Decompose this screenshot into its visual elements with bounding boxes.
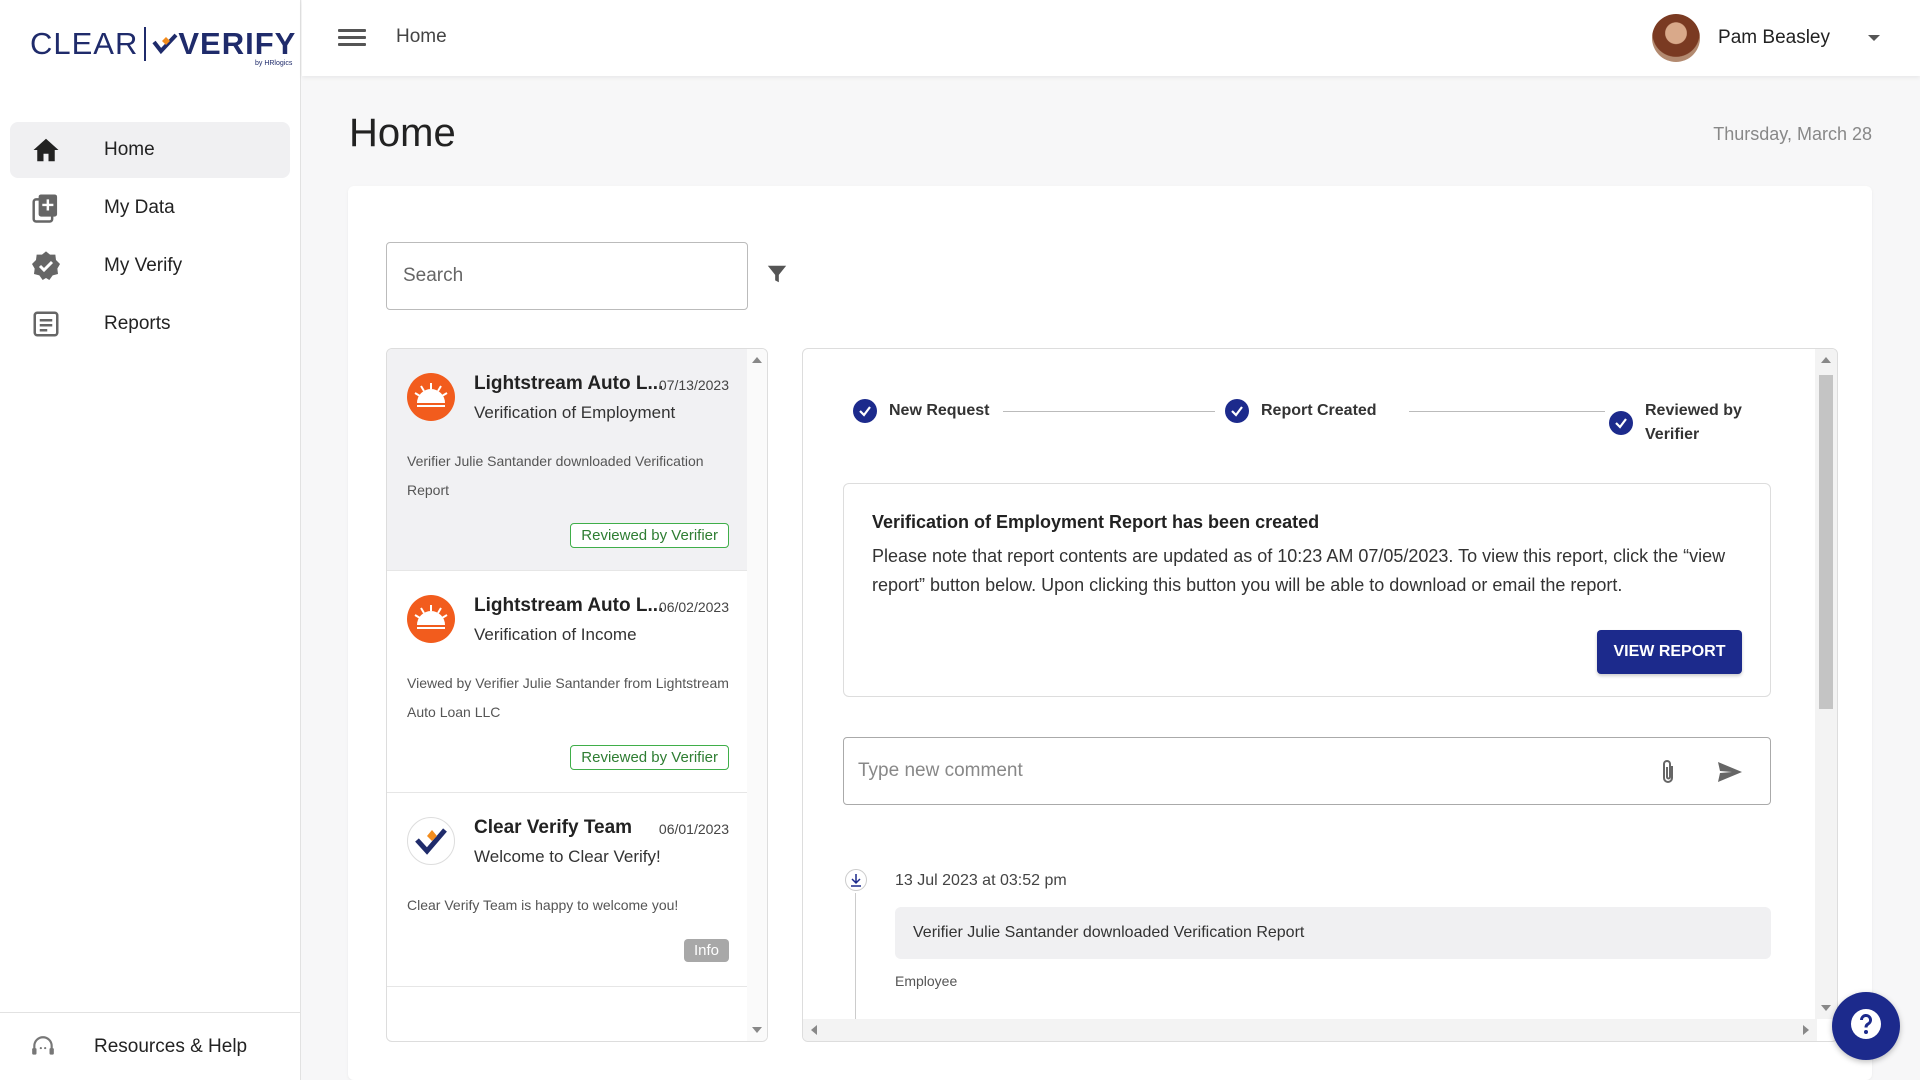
sidebar-item-home[interactable]: Home [10, 122, 290, 178]
sidebar-item-my-verify[interactable]: My Verify [10, 238, 290, 294]
step-connector [1003, 411, 1215, 412]
clear-verify-logo-icon [407, 817, 455, 865]
scroll-down-icon[interactable] [752, 1027, 762, 1033]
list-item-description: Verifier Julie Santander downloaded Veri… [407, 453, 704, 498]
progress-stepper: New Request Report Created Reviewed by V… [853, 399, 1753, 447]
logo-text-clear: CLEAR [30, 26, 139, 61]
logo-divider [144, 27, 147, 61]
scroll-right-icon[interactable] [1803, 1025, 1809, 1035]
sidebar-item-my-data[interactable]: My Data [10, 180, 290, 236]
hamburger-menu-icon[interactable] [338, 26, 366, 50]
breadcrumb: Home [396, 26, 447, 47]
clear-verify-logo[interactable]: CLEAR VERIFY by HRlogics [30, 24, 296, 67]
step-label: Report Created [1261, 402, 1377, 419]
detail-panel: New Request Report Created Reviewed by V… [802, 348, 1838, 1042]
filter-icon[interactable] [766, 263, 792, 289]
reports-icon [28, 306, 64, 342]
support-agent-icon [28, 1032, 58, 1062]
list-item-description: Clear Verify Team is happy to welcome yo… [407, 897, 679, 913]
list-item-title: Lightstream Auto L... [474, 373, 664, 394]
step-reviewed-by-verifier: Reviewed by Verifier [1609, 399, 1785, 447]
list-item-subtitle: Verification of Income [474, 625, 637, 644]
resources-help-label: Resources & Help [94, 1035, 248, 1057]
check-circle-icon [1609, 411, 1633, 435]
list-item-date: 06/01/2023 [658, 821, 729, 837]
detail-vertical-scrollbar[interactable] [1815, 349, 1837, 1019]
scroll-up-icon[interactable] [752, 357, 762, 363]
step-report-created: Report Created [1225, 399, 1377, 423]
list-item-date: 06/02/2023 [658, 599, 729, 615]
timeline-timestamp: 13 Jul 2023 at 03:52 pm [895, 872, 1067, 889]
lightstream-logo-icon [407, 373, 455, 421]
comment-input[interactable] [858, 756, 1618, 786]
scrollbar-thumb[interactable] [1819, 375, 1833, 709]
status-badge: Info [683, 939, 729, 962]
sidebar-item-label: My Verify [104, 255, 183, 276]
verified-badge-icon [28, 248, 64, 284]
search-input[interactable] [386, 242, 748, 310]
user-menu[interactable]: Pam Beasley [1652, 14, 1880, 62]
sidebar-item-reports[interactable]: Reports [10, 296, 290, 352]
user-name: Pam Beasley [1718, 27, 1830, 48]
top-bar: Home Pam Beasley [302, 0, 1920, 76]
main-card: Lightstream Auto L... 07/13/2023 Verific… [348, 186, 1872, 1080]
step-label: New Request [889, 402, 990, 419]
notification-list: Lightstream Auto L... 07/13/2023 Verific… [386, 348, 768, 1042]
list-item-description: Viewed by Verifier Julie Santander from … [407, 675, 729, 720]
step-label: Reviewed by Verifier [1645, 402, 1742, 443]
sidebar-item-label: My Data [104, 197, 175, 218]
scroll-up-icon[interactable] [1821, 357, 1831, 363]
chevron-down-icon [1868, 35, 1880, 41]
sidebar-nav: Home My Data My Verify Reports [10, 122, 290, 354]
list-item-date: 07/13/2023 [658, 377, 729, 393]
comment-box [843, 737, 1771, 805]
step-connector [1409, 411, 1605, 412]
list-scrollbar[interactable] [747, 349, 767, 1041]
check-circle-icon [853, 399, 877, 423]
list-item-subtitle: Verification of Employment [474, 403, 676, 422]
detail-horizontal-scrollbar[interactable] [803, 1019, 1817, 1041]
send-icon[interactable] [1716, 760, 1744, 784]
timeline-role: Employee [895, 973, 958, 989]
logo-check-icon [152, 33, 178, 55]
logo-byline: by HRlogics [254, 60, 293, 67]
sidebar-item-label: Home [104, 139, 155, 160]
notice-title: Verification of Employment Report has be… [872, 512, 1320, 532]
scroll-left-icon[interactable] [811, 1025, 817, 1035]
help-question-icon [1849, 1007, 1883, 1046]
my-data-icon [28, 190, 64, 226]
status-badge: Reviewed by Verifier [570, 745, 729, 770]
step-new-request: New Request [853, 399, 989, 423]
page-title: Home [349, 111, 456, 155]
attachment-icon[interactable] [1658, 758, 1680, 786]
scroll-down-icon[interactable] [1821, 1005, 1831, 1011]
resources-help-link[interactable]: Resources & Help [0, 1012, 300, 1080]
list-item-title: Lightstream Auto L... [474, 595, 664, 616]
logo-text-verify: VERIFY [152, 26, 296, 62]
notice-body: Please note that report contents are upd… [872, 546, 1726, 595]
timeline-message: Verifier Julie Santander downloaded Veri… [895, 907, 1771, 959]
avatar [1652, 14, 1701, 62]
view-report-button[interactable]: VIEW REPORT [1597, 630, 1742, 674]
status-badge: Reviewed by Verifier [570, 523, 729, 548]
sidebar-item-label: Reports [104, 313, 171, 334]
download-icon [845, 869, 867, 891]
list-item-subtitle: Welcome to Clear Verify! [474, 847, 661, 866]
report-notice-card: Verification of Employment Report has be… [843, 483, 1771, 697]
list-item-title: Clear Verify Team [474, 817, 633, 838]
page-date: Thursday, March 28 [1713, 124, 1872, 144]
home-icon [28, 132, 64, 168]
list-item[interactable]: Lightstream Auto L... 07/13/2023 Verific… [387, 349, 749, 571]
sidebar: CLEAR VERIFY by HRlogics Home My Data My… [0, 0, 301, 1080]
list-item[interactable]: Lightstream Auto L... 06/02/2023 Verific… [387, 571, 749, 793]
help-button[interactable] [1832, 992, 1900, 1060]
check-circle-icon [1225, 399, 1249, 423]
list-item[interactable]: Clear Verify Team 06/01/2023 Welcome to … [387, 793, 749, 987]
lightstream-logo-icon [407, 595, 455, 643]
